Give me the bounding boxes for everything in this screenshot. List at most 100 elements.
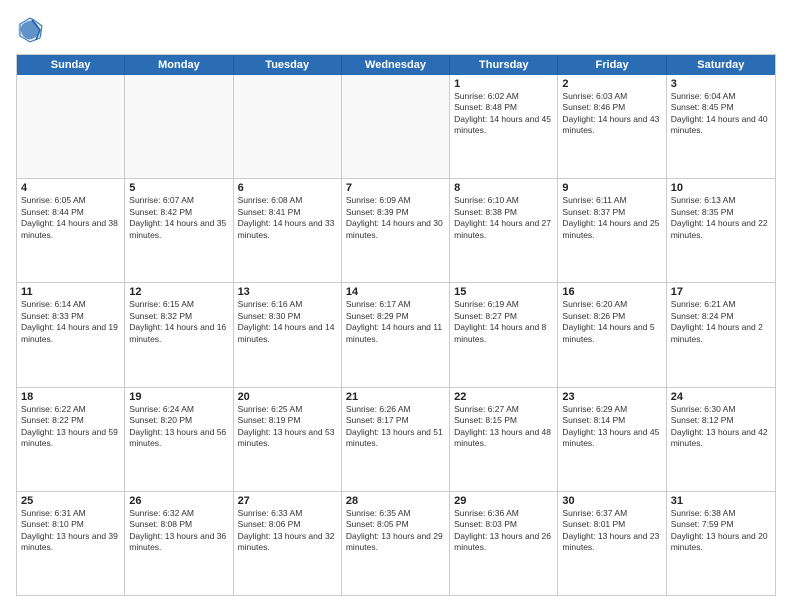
calendar-cell: 27Sunrise: 6:33 AM Sunset: 8:06 PM Dayli… [234,492,342,595]
day-number: 28 [346,495,445,507]
cell-text: Sunrise: 6:26 AM Sunset: 8:17 PM Dayligh… [346,404,445,450]
day-number: 9 [562,182,661,194]
calendar-cell: 30Sunrise: 6:37 AM Sunset: 8:01 PM Dayli… [558,492,666,595]
calendar-cell [125,75,233,178]
day-number: 6 [238,182,337,194]
calendar-cell: 15Sunrise: 6:19 AM Sunset: 8:27 PM Dayli… [450,283,558,386]
cell-text: Sunrise: 6:21 AM Sunset: 8:24 PM Dayligh… [671,299,771,345]
calendar-cell: 14Sunrise: 6:17 AM Sunset: 8:29 PM Dayli… [342,283,450,386]
cell-text: Sunrise: 6:31 AM Sunset: 8:10 PM Dayligh… [21,508,120,554]
header-cell-monday: Monday [125,55,233,75]
cell-text: Sunrise: 6:27 AM Sunset: 8:15 PM Dayligh… [454,404,553,450]
day-number: 5 [129,182,228,194]
calendar-cell: 5Sunrise: 6:07 AM Sunset: 8:42 PM Daylig… [125,179,233,282]
calendar-cell: 10Sunrise: 6:13 AM Sunset: 8:35 PM Dayli… [667,179,775,282]
calendar-cell: 19Sunrise: 6:24 AM Sunset: 8:20 PM Dayli… [125,388,233,491]
cell-text: Sunrise: 6:16 AM Sunset: 8:30 PM Dayligh… [238,299,337,345]
cell-text: Sunrise: 6:22 AM Sunset: 8:22 PM Dayligh… [21,404,120,450]
calendar-cell: 9Sunrise: 6:11 AM Sunset: 8:37 PM Daylig… [558,179,666,282]
logo [16,16,48,44]
calendar-cell: 7Sunrise: 6:09 AM Sunset: 8:39 PM Daylig… [342,179,450,282]
calendar-cell: 2Sunrise: 6:03 AM Sunset: 8:46 PM Daylig… [558,75,666,178]
header-cell-tuesday: Tuesday [234,55,342,75]
day-number: 29 [454,495,553,507]
cell-text: Sunrise: 6:15 AM Sunset: 8:32 PM Dayligh… [129,299,228,345]
calendar-header: SundayMondayTuesdayWednesdayThursdayFrid… [17,55,775,75]
calendar-cell: 24Sunrise: 6:30 AM Sunset: 8:12 PM Dayli… [667,388,775,491]
cell-text: Sunrise: 6:09 AM Sunset: 8:39 PM Dayligh… [346,195,445,241]
cell-text: Sunrise: 6:13 AM Sunset: 8:35 PM Dayligh… [671,195,771,241]
cell-text: Sunrise: 6:02 AM Sunset: 8:48 PM Dayligh… [454,91,553,137]
calendar-cell: 16Sunrise: 6:20 AM Sunset: 8:26 PM Dayli… [558,283,666,386]
cell-text: Sunrise: 6:37 AM Sunset: 8:01 PM Dayligh… [562,508,661,554]
day-number: 19 [129,391,228,403]
cell-text: Sunrise: 6:25 AM Sunset: 8:19 PM Dayligh… [238,404,337,450]
calendar: SundayMondayTuesdayWednesdayThursdayFrid… [16,54,776,596]
page: SundayMondayTuesdayWednesdayThursdayFrid… [0,0,792,612]
cell-text: Sunrise: 6:24 AM Sunset: 8:20 PM Dayligh… [129,404,228,450]
calendar-row-3: 11Sunrise: 6:14 AM Sunset: 8:33 PM Dayli… [17,282,775,386]
cell-text: Sunrise: 6:33 AM Sunset: 8:06 PM Dayligh… [238,508,337,554]
cell-text: Sunrise: 6:32 AM Sunset: 8:08 PM Dayligh… [129,508,228,554]
calendar-cell: 6Sunrise: 6:08 AM Sunset: 8:41 PM Daylig… [234,179,342,282]
day-number: 4 [21,182,120,194]
day-number: 27 [238,495,337,507]
header-cell-friday: Friday [558,55,666,75]
calendar-cell: 25Sunrise: 6:31 AM Sunset: 8:10 PM Dayli… [17,492,125,595]
day-number: 17 [671,286,771,298]
cell-text: Sunrise: 6:20 AM Sunset: 8:26 PM Dayligh… [562,299,661,345]
cell-text: Sunrise: 6:10 AM Sunset: 8:38 PM Dayligh… [454,195,553,241]
header-cell-wednesday: Wednesday [342,55,450,75]
calendar-body: 1Sunrise: 6:02 AM Sunset: 8:48 PM Daylig… [17,75,775,595]
day-number: 12 [129,286,228,298]
day-number: 1 [454,78,553,90]
day-number: 14 [346,286,445,298]
calendar-cell [17,75,125,178]
calendar-cell: 17Sunrise: 6:21 AM Sunset: 8:24 PM Dayli… [667,283,775,386]
cell-text: Sunrise: 6:38 AM Sunset: 7:59 PM Dayligh… [671,508,771,554]
calendar-cell: 8Sunrise: 6:10 AM Sunset: 8:38 PM Daylig… [450,179,558,282]
calendar-row-1: 1Sunrise: 6:02 AM Sunset: 8:48 PM Daylig… [17,75,775,178]
calendar-cell [234,75,342,178]
cell-text: Sunrise: 6:14 AM Sunset: 8:33 PM Dayligh… [21,299,120,345]
calendar-cell: 4Sunrise: 6:05 AM Sunset: 8:44 PM Daylig… [17,179,125,282]
calendar-cell: 22Sunrise: 6:27 AM Sunset: 8:15 PM Dayli… [450,388,558,491]
cell-text: Sunrise: 6:35 AM Sunset: 8:05 PM Dayligh… [346,508,445,554]
day-number: 11 [21,286,120,298]
day-number: 20 [238,391,337,403]
calendar-cell: 26Sunrise: 6:32 AM Sunset: 8:08 PM Dayli… [125,492,233,595]
day-number: 23 [562,391,661,403]
day-number: 18 [21,391,120,403]
calendar-cell: 20Sunrise: 6:25 AM Sunset: 8:19 PM Dayli… [234,388,342,491]
cell-text: Sunrise: 6:11 AM Sunset: 8:37 PM Dayligh… [562,195,661,241]
logo-icon [16,16,44,44]
cell-text: Sunrise: 6:29 AM Sunset: 8:14 PM Dayligh… [562,404,661,450]
calendar-row-5: 25Sunrise: 6:31 AM Sunset: 8:10 PM Dayli… [17,491,775,595]
calendar-cell: 28Sunrise: 6:35 AM Sunset: 8:05 PM Dayli… [342,492,450,595]
cell-text: Sunrise: 6:08 AM Sunset: 8:41 PM Dayligh… [238,195,337,241]
calendar-cell: 11Sunrise: 6:14 AM Sunset: 8:33 PM Dayli… [17,283,125,386]
day-number: 15 [454,286,553,298]
day-number: 30 [562,495,661,507]
header [16,16,776,44]
day-number: 22 [454,391,553,403]
cell-text: Sunrise: 6:07 AM Sunset: 8:42 PM Dayligh… [129,195,228,241]
calendar-cell [342,75,450,178]
day-number: 13 [238,286,337,298]
header-cell-sunday: Sunday [17,55,125,75]
cell-text: Sunrise: 6:30 AM Sunset: 8:12 PM Dayligh… [671,404,771,450]
calendar-row-2: 4Sunrise: 6:05 AM Sunset: 8:44 PM Daylig… [17,178,775,282]
day-number: 21 [346,391,445,403]
day-number: 26 [129,495,228,507]
calendar-cell: 12Sunrise: 6:15 AM Sunset: 8:32 PM Dayli… [125,283,233,386]
calendar-cell: 1Sunrise: 6:02 AM Sunset: 8:48 PM Daylig… [450,75,558,178]
calendar-cell: 21Sunrise: 6:26 AM Sunset: 8:17 PM Dayli… [342,388,450,491]
calendar-cell: 29Sunrise: 6:36 AM Sunset: 8:03 PM Dayli… [450,492,558,595]
header-cell-saturday: Saturday [667,55,775,75]
calendar-cell: 18Sunrise: 6:22 AM Sunset: 8:22 PM Dayli… [17,388,125,491]
cell-text: Sunrise: 6:05 AM Sunset: 8:44 PM Dayligh… [21,195,120,241]
day-number: 3 [671,78,771,90]
cell-text: Sunrise: 6:04 AM Sunset: 8:45 PM Dayligh… [671,91,771,137]
day-number: 2 [562,78,661,90]
calendar-cell: 3Sunrise: 6:04 AM Sunset: 8:45 PM Daylig… [667,75,775,178]
